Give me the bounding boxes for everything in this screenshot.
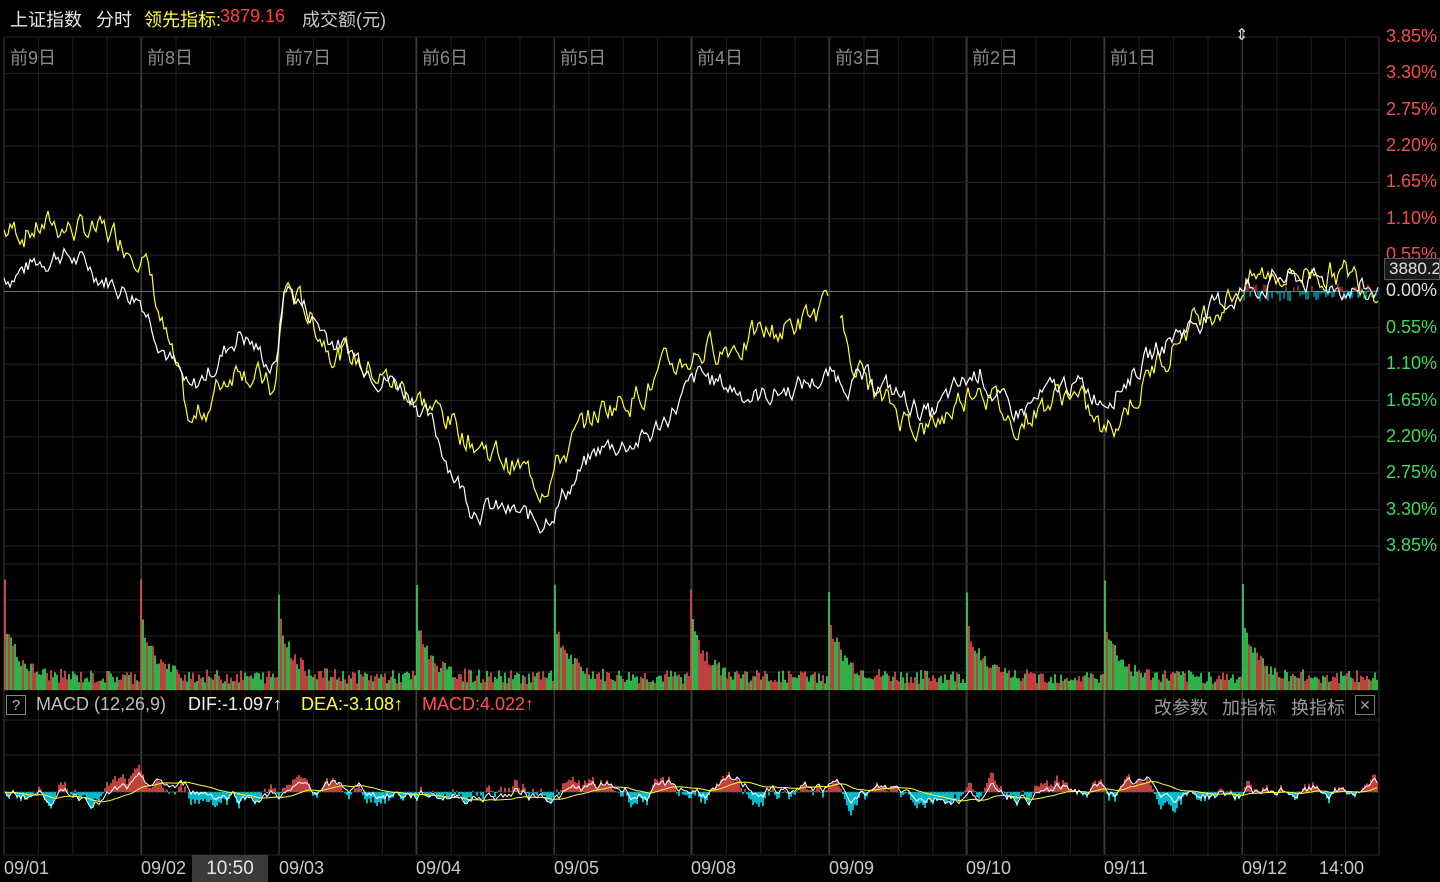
chart-header: 上证指数 分时 领先指标: 3879.16 成交额(元) [0, 0, 1440, 36]
y-axis-label: 3.85% [1385, 26, 1437, 46]
x-axis-label: 09/12 [1242, 858, 1288, 878]
macd-dif: DIF:-1.097↑ [188, 694, 283, 714]
y-axis-label: 2.20% [1385, 425, 1437, 446]
day-label: 前7日 [285, 48, 332, 68]
day-label: 前6日 [422, 48, 469, 68]
index-name[interactable]: 上证指数 [10, 6, 82, 32]
y-axis-label: 0.55% [1385, 316, 1437, 337]
change-params-button[interactable]: 改参数 [1154, 694, 1208, 720]
x-axis-label: 09/11 [1104, 858, 1148, 878]
macd-dea: DEA:-3.108↑ [301, 694, 404, 714]
day-label: 前3日 [835, 48, 882, 68]
add-indicator-button[interactable]: 加指标 [1222, 694, 1276, 720]
x-axis-label: 14:00 [1319, 858, 1365, 878]
x-axis-label: 09/02 [141, 858, 187, 878]
macd-value: MACD:4.022↑ [422, 694, 535, 714]
chart-mode[interactable]: 分时 [96, 6, 132, 32]
y-axis-label: 1.65% [1385, 171, 1437, 192]
cursor-time-label: 10:50 [192, 855, 268, 882]
leading-indicator-label: 领先指标: [144, 10, 222, 30]
macd-title[interactable]: MACD (12,26,9) [36, 694, 166, 715]
x-axis-label: 09/08 [691, 858, 737, 878]
y-axis-label: 3.30% [1385, 498, 1437, 519]
y-axis-label: 1.10% [1385, 353, 1437, 374]
x-axis-label: 09/04 [416, 858, 462, 878]
x-axis-label: 09/05 [554, 858, 600, 878]
current-price-tag: 3880.2 [1384, 258, 1440, 280]
day-label: 前4日 [697, 48, 744, 68]
y-axis-label: 2.75% [1385, 98, 1437, 119]
y-axis-label: 1.65% [1385, 389, 1437, 410]
day-label: 前1日 [1110, 48, 1157, 68]
macd-indicator-bar: ? MACD (12,26,9) DIF:-1.097↑ DEA:-3.108↑… [0, 690, 1380, 720]
y-axis-label: 3.30% [1385, 62, 1437, 83]
x-axis-label: 09/03 [279, 858, 325, 878]
volume-label: 成交额(元) [302, 10, 386, 30]
switch-indicator-button[interactable]: 换指标 [1291, 694, 1345, 720]
day-label: 前8日 [147, 48, 194, 68]
day-label: 前5日 [560, 48, 607, 68]
y-axis-label: 3.85% [1385, 535, 1437, 555]
up-down-arrow-icon[interactable]: ⇕ [1235, 28, 1248, 44]
x-axis-label: 09/10 [966, 858, 1012, 878]
y-axis-label: 2.75% [1385, 462, 1437, 483]
y-axis-label: 2.20% [1385, 135, 1437, 156]
close-indicator-button[interactable]: ✕ [1355, 695, 1375, 715]
leading-indicator-value: 3879.16 [220, 6, 286, 26]
day-label: 前2日 [972, 48, 1019, 68]
y-axis-label: 0.00% [1385, 280, 1437, 300]
day-label: 前9日 [10, 48, 57, 68]
intraday-chart[interactable] [0, 0, 1440, 882]
y-axis-label: 1.10% [1385, 207, 1437, 228]
x-axis-label: 09/01 [4, 858, 50, 878]
x-axis-label: 09/09 [829, 858, 875, 878]
help-button[interactable]: ? [6, 695, 26, 715]
